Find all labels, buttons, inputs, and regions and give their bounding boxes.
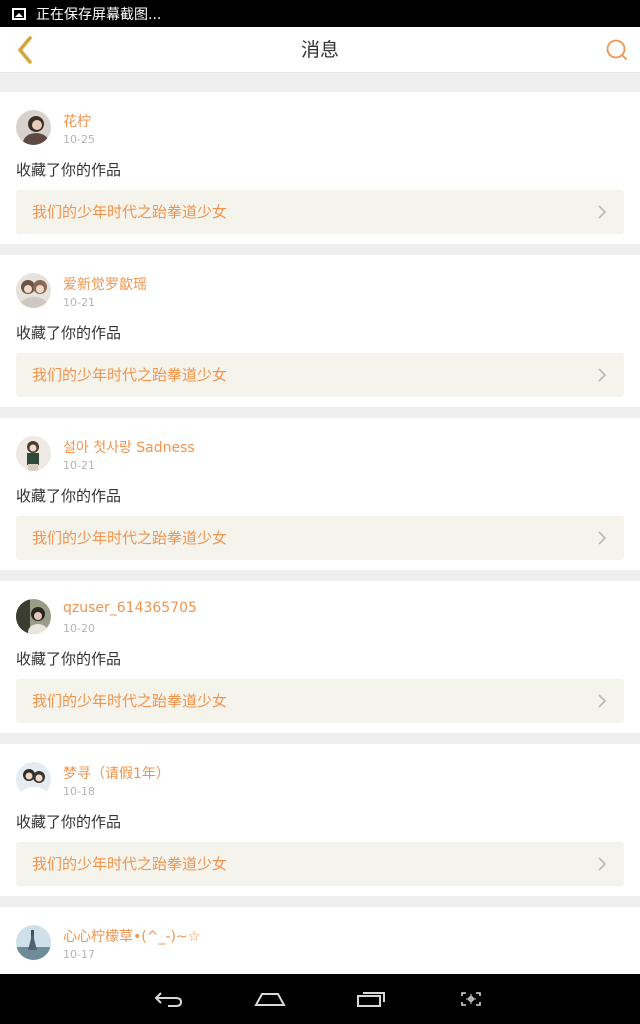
page-title: 消息 bbox=[300, 39, 339, 61]
message-card: qzuser_614365705 10-20 收藏了你的作品 我们的少年时代之跆… bbox=[0, 581, 640, 733]
message-date: 10-25 bbox=[63, 133, 95, 146]
recent-apps-button[interactable] bbox=[351, 984, 391, 1014]
home-icon bbox=[254, 993, 286, 1006]
avatar[interactable] bbox=[16, 110, 51, 145]
back-nav-button[interactable] bbox=[149, 984, 189, 1014]
work-link[interactable]: 我们的少年时代之跆拳道少女 bbox=[16, 842, 624, 886]
message-list[interactable]: 花柠 10-25 收藏了你的作品 我们的少年时代之跆拳道少女 爱新觉罗歆瑶 10… bbox=[0, 73, 640, 974]
message-card: 梦寻（请假1年） 10-18 收藏了你的作品 我们的少年时代之跆拳道少女 bbox=[0, 744, 640, 896]
work-title: 我们的少年时代之跆拳道少女 bbox=[32, 692, 228, 710]
user-name[interactable]: 心心柠檬草•(^_-)~☆ bbox=[63, 926, 200, 946]
back-arrow-icon bbox=[154, 992, 183, 1007]
back-button[interactable] bbox=[8, 33, 42, 67]
message-date: 10-18 bbox=[63, 785, 95, 798]
avatar[interactable] bbox=[16, 762, 51, 797]
message-action: 收藏了你的作品 bbox=[16, 324, 122, 342]
chevron-right-icon bbox=[598, 368, 607, 382]
message-date: 10-21 bbox=[63, 459, 95, 472]
chevron-right-icon bbox=[598, 694, 607, 708]
recent-apps-icon bbox=[357, 992, 385, 1007]
app-header: 消息 bbox=[0, 27, 640, 73]
status-bar: 正在保存屏幕截图... bbox=[0, 0, 640, 27]
chevron-right-icon bbox=[598, 531, 607, 545]
avatar[interactable] bbox=[16, 599, 51, 634]
chevron-left-icon bbox=[18, 36, 32, 64]
message-date: 10-21 bbox=[63, 296, 95, 309]
user-name[interactable]: 花柠 bbox=[63, 111, 91, 131]
work-link[interactable]: 我们的少年时代之跆拳道少女 bbox=[16, 190, 624, 234]
message-date: 10-20 bbox=[63, 622, 95, 635]
chevron-right-icon bbox=[598, 857, 607, 871]
user-name[interactable]: qzuser_614365705 bbox=[63, 600, 197, 616]
status-text: 正在保存屏幕截图... bbox=[36, 6, 162, 23]
message-date: 10-17 bbox=[63, 948, 95, 961]
work-title: 我们的少年时代之跆拳道少女 bbox=[32, 203, 228, 221]
message-action: 收藏了你的作品 bbox=[16, 487, 122, 505]
work-link[interactable]: 我们的少年时代之跆拳道少女 bbox=[16, 679, 624, 723]
message-card: 설아 첫사랑 Sadness 10-21 收藏了你的作品 我们的少年时代之跆拳道… bbox=[0, 418, 640, 570]
user-name[interactable]: 설아 첫사랑 Sadness bbox=[63, 437, 195, 457]
home-nav-button[interactable] bbox=[250, 984, 290, 1014]
avatar[interactable] bbox=[16, 925, 51, 960]
work-link[interactable]: 我们的少年时代之跆拳道少女 bbox=[16, 353, 624, 397]
search-icon bbox=[606, 39, 627, 60]
screenshot-capture-icon bbox=[461, 992, 481, 1006]
user-name[interactable]: 爱新觉罗歆瑶 bbox=[63, 274, 147, 294]
avatar[interactable] bbox=[16, 436, 51, 471]
message-action: 收藏了你的作品 bbox=[16, 650, 122, 668]
avatar[interactable] bbox=[16, 273, 51, 308]
message-action: 收藏了你的作品 bbox=[16, 813, 122, 831]
message-card: 爱新觉罗歆瑶 10-21 收藏了你的作品 我们的少年时代之跆拳道少女 bbox=[0, 255, 640, 407]
work-title: 我们的少年时代之跆拳道少女 bbox=[32, 855, 228, 873]
search-button[interactable] bbox=[602, 35, 632, 65]
system-nav-bar bbox=[0, 974, 640, 1024]
work-title: 我们的少年时代之跆拳道少女 bbox=[32, 366, 228, 384]
work-title: 我们的少年时代之跆拳道少女 bbox=[32, 529, 228, 547]
message-action: 收藏了你的作品 bbox=[16, 161, 122, 179]
screenshot-nav-button[interactable] bbox=[451, 984, 491, 1014]
user-name[interactable]: 梦寻（请假1年） bbox=[63, 763, 170, 783]
screenshot-icon bbox=[12, 7, 26, 20]
chevron-right-icon bbox=[598, 205, 607, 219]
work-link[interactable]: 我们的少年时代之跆拳道少女 bbox=[16, 516, 624, 560]
message-card: 心心柠檬草•(^_-)~☆ 10-17 bbox=[0, 907, 640, 974]
message-card: 花柠 10-25 收藏了你的作品 我们的少年时代之跆拳道少女 bbox=[0, 92, 640, 244]
